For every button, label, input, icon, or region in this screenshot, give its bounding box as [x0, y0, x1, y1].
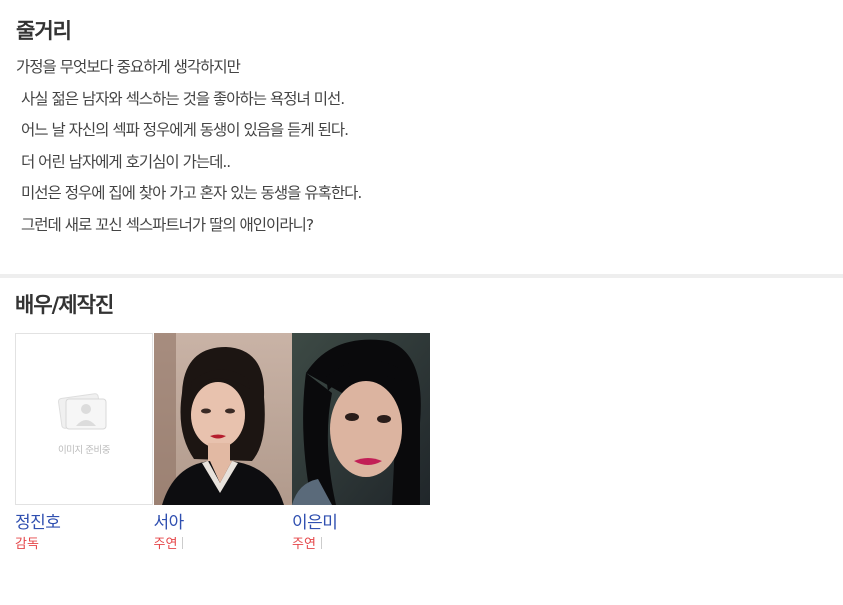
synopsis-line: 사실 젊은 남자와 섹스하는 것을 좋아하는 욕정녀 미선.	[21, 89, 345, 108]
synopsis-line: 어느 날 자신의 섹파 정우에게 동생이 있음을 듣게 된다.	[21, 121, 349, 139]
role-separator	[182, 537, 184, 549]
cast-photo[interactable]	[292, 333, 430, 505]
synopsis-line: 가정을 무엇보다 중요하게 생각하지만	[16, 58, 241, 76]
cast-role: 감독	[15, 537, 153, 553]
cast-name-link[interactable]: 서아	[154, 512, 292, 534]
cast-role-label: 주연	[292, 537, 316, 552]
cast-role-label: 주연	[153, 537, 178, 552]
cast-section: 배우/제작진 이미지 준비중 정진호 감독 서아 주연 이은미 주연	[0, 278, 843, 553]
cast-list: 이미지 준비중 정진호 감독 서아 주연 이은미 주연	[15, 333, 828, 553]
synopsis-section: 줄거리 가정을 무엇보다 중요하게 생각하지만 사실 젊은 남자와 섹스하는 것…	[0, 0, 843, 274]
actor-portrait	[292, 333, 430, 505]
cast-role: 주연	[154, 537, 292, 553]
cast-name-link[interactable]: 이은미	[292, 512, 430, 534]
cast-name-link[interactable]: 정진호	[15, 512, 153, 534]
cast-role: 주연	[292, 537, 430, 553]
synopsis-line: 미선은 정우에 집에 찾아 가고 혼자 있는 동생을 유혹한다.	[21, 184, 362, 202]
cast-photo[interactable]	[153, 333, 292, 505]
cast-title: 배우/제작진	[15, 293, 114, 317]
synopsis-title: 줄거리	[16, 19, 72, 43]
synopsis-line: 그런데 새로 꼬신 섹스파트너가 딸의 애인이라니?	[21, 215, 314, 234]
cast-photo-placeholder[interactable]: 이미지 준비중	[15, 333, 153, 505]
cast-item: 이미지 준비중 정진호 감독	[15, 333, 153, 553]
synopsis-line: 더 어린 남자에게 호기심이 가는데..	[21, 152, 231, 171]
actor-portrait	[153, 333, 292, 505]
cast-item: 이은미 주연	[292, 333, 430, 553]
cast-role-label: 감독	[15, 537, 39, 552]
cast-item: 서아 주연	[153, 333, 292, 553]
image-placeholder-label: 이미지 준비중	[58, 445, 110, 456]
role-separator	[320, 537, 322, 549]
image-placeholder-icon	[57, 393, 107, 430]
